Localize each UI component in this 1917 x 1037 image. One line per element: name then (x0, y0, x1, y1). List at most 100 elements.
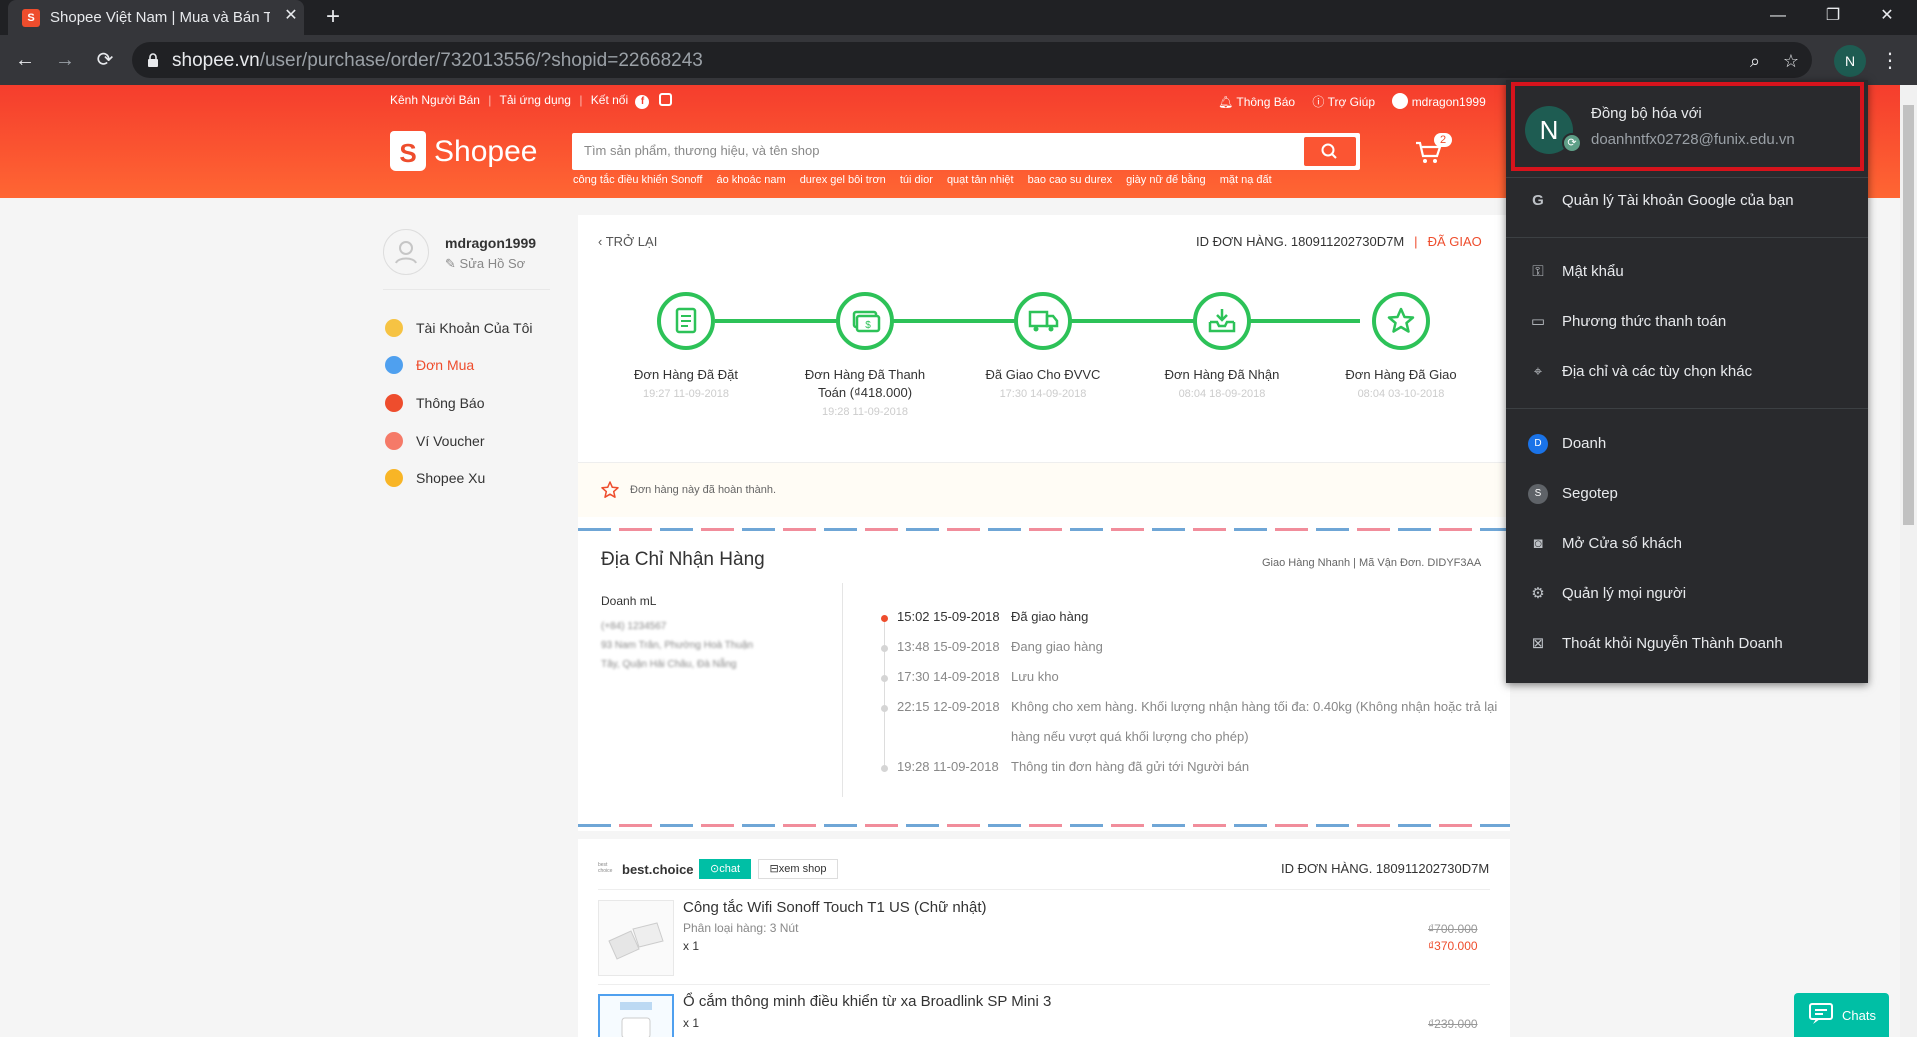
keyword-link[interactable]: công tắc điều khiển Sonoff (573, 174, 702, 186)
guest-window-item[interactable]: ◙ Mở Cửa sổ khách (1506, 526, 1868, 562)
minimize-icon[interactable]: — (1755, 0, 1801, 32)
sidebar-item-my-account[interactable]: Tài Khoản Của Tôi (383, 317, 583, 339)
url-text: shopee.vn/user/purchase/order/732013556/… (172, 50, 703, 71)
menu-item-label: Thoát khỏi Nguyễn Thành Doanh (1562, 635, 1783, 652)
person-icon (395, 241, 417, 264)
username-link[interactable]: mdragon1999 (1412, 95, 1486, 109)
timeline-line (884, 618, 885, 768)
product-name[interactable]: Ổ cắm thông minh điều khiển từ xa Broadl… (683, 993, 1051, 1010)
back-arrow-icon[interactable]: ← (8, 43, 42, 77)
step-time: 17:30 14-09-2018 (999, 388, 1087, 400)
chrome-menu-icon[interactable]: ⋮ (1880, 47, 1900, 75)
profile-avatar-button[interactable]: N (1834, 45, 1866, 77)
tracking-text: Đang giao hàng (1011, 639, 1103, 654)
instagram-icon[interactable] (658, 93, 672, 106)
notifications-link[interactable]: Thông Báo (1236, 95, 1295, 109)
lock-icon (148, 53, 158, 67)
timeline-dot (881, 765, 888, 772)
recipient-city: Tây, Quận Hải Châu, Đà Nẵng (601, 659, 737, 670)
back-button[interactable]: ‹ TRỞ LẠI (598, 234, 657, 249)
keyword-link[interactable]: bao cao su durex (1028, 174, 1112, 186)
shop-name[interactable]: best.choice (622, 862, 694, 877)
help-link[interactable]: Trợ Giúp (1328, 95, 1375, 109)
step-time: 08:04 18-09-2018 (1178, 388, 1266, 400)
product-variant: Phân loại hàng: 3 Nút (683, 921, 799, 935)
keyword-link[interactable]: túi dior (900, 174, 933, 186)
manage-google-account-item[interactable]: G Quản lý Tài khoản Google của bạn (1506, 183, 1868, 219)
new-tab-icon[interactable]: + (320, 5, 346, 31)
keyword-link[interactable]: mặt nạ đất (1220, 174, 1272, 186)
shopee-logo[interactable]: S Shopee (390, 131, 560, 175)
product-image[interactable] (598, 994, 674, 1037)
search-input[interactable]: Tìm sản phẩm, thương hiệu, và tên shop (584, 143, 819, 158)
keyword-link[interactable]: quạt tản nhiệt (947, 174, 1014, 186)
purchase-icon (385, 356, 403, 374)
location-pin-icon: ⌖ (1533, 363, 1543, 380)
timeline-dot (881, 645, 888, 652)
section-gap (578, 831, 1510, 839)
search-button[interactable] (1304, 137, 1356, 166)
order-complete-text: Đơn hàng này đã hoàn thành. (630, 484, 777, 496)
shop-divider (598, 889, 1490, 890)
restore-icon[interactable]: ❐ (1810, 0, 1856, 32)
step-label: Đã Giao Cho ĐVVC (985, 367, 1101, 382)
sidebar-item-purchases[interactable]: Đơn Mua (383, 354, 583, 376)
step-label: Đơn Hàng Đã Giao (1345, 367, 1457, 382)
chats-button[interactable]: Chats (1794, 993, 1889, 1037)
user-avatar[interactable] (383, 229, 429, 275)
key-icon: ⚿ (1532, 263, 1544, 280)
payment-methods-item[interactable]: ▭ Phương thức thanh toán (1506, 304, 1868, 340)
step-delivered (1372, 292, 1430, 350)
star-outline-icon (601, 481, 619, 498)
facebook-icon[interactable]: f (635, 95, 650, 109)
tracking-time: 15:02 15-09-2018 (897, 609, 1000, 624)
user-avatar-icon (1392, 93, 1409, 109)
chat-button[interactable]: ⊙chat (699, 859, 751, 879)
sidebar-item-label: Tài Khoản Của Tôi (416, 320, 533, 336)
recipient-street: 93 Nam Trân, Phường Hoà Thuận (601, 640, 754, 651)
guest-icon: ◙ (1533, 535, 1543, 552)
sidebar-item-vouchers[interactable]: Ví Voucher (383, 430, 583, 452)
chats-label: Chats (1842, 1008, 1876, 1023)
sync-icon: ⟳ (1562, 133, 1582, 153)
gear-icon: ⚙ (1531, 585, 1545, 602)
order-complete-banner: Đơn hàng này đã hoàn thành. (578, 462, 1510, 517)
forward-arrow-icon[interactable]: → (48, 43, 82, 77)
timeline-dot (881, 705, 888, 712)
product-image[interactable] (598, 900, 674, 976)
person-doanh-item[interactable]: D Doanh (1506, 426, 1868, 462)
addresses-item[interactable]: ⌖ Địa chỉ và các tùy chọn khác (1506, 354, 1868, 390)
reload-icon[interactable]: ⟳ (88, 43, 122, 77)
passwords-item[interactable]: ⚿ Mật khẩu (1506, 254, 1868, 290)
tracking-text: Không cho xem hàng. Khối lượng nhận hàng… (1011, 699, 1498, 744)
download-app-link[interactable]: Tải ứng dụng (500, 93, 571, 107)
address-bar[interactable]: shopee.vn/user/purchase/order/732013556/… (132, 42, 1812, 78)
keyword-link[interactable]: giày nữ đế bằng (1126, 174, 1206, 186)
back-label: TRỞ LẠI (605, 234, 658, 249)
browser-tab[interactable]: S Shopee Việt Nam | Mua và Bán Tr ✕ (8, 0, 304, 35)
bookmark-star-icon[interactable]: ☆ (1780, 50, 1802, 72)
scrollbar-thumb[interactable] (1903, 105, 1914, 525)
tracking-time: 13:48 15-09-2018 (897, 639, 1000, 654)
product-name[interactable]: Công tắc Wifi Sonoff Touch T1 US (Chữ nh… (683, 899, 987, 916)
view-shop-label: xem shop (778, 863, 827, 875)
manage-people-item[interactable]: ⚙ Quản lý mọi người (1506, 576, 1868, 612)
view-shop-button[interactable]: ⊟xem shop (758, 859, 838, 879)
tab-close-icon[interactable]: ✕ (282, 7, 300, 25)
step-time: 19:28 11-09-2018 (821, 406, 909, 418)
sidebar-item-shopee-coins[interactable]: Shopee Xu (383, 467, 583, 489)
keyword-link[interactable]: durex gel bôi trơn (800, 174, 886, 186)
seller-channel-link[interactable]: Kênh Người Bán (390, 93, 480, 107)
menu-divider (1506, 177, 1868, 178)
sign-out-item[interactable]: ⊠ Thoát khỏi Nguyễn Thành Doanh (1506, 626, 1868, 662)
keyword-link[interactable]: áo khoác nam (717, 174, 786, 186)
search-icon (1321, 143, 1337, 159)
sidebar-item-notifications[interactable]: Thông Báo (383, 392, 583, 414)
zoom-icon[interactable]: ⌕ (1744, 50, 1766, 72)
sidebar-username: mdragon1999 (445, 235, 537, 251)
edit-profile-link[interactable]: ✎ Sửa Hồ Sơ (445, 256, 525, 272)
step-order-placed (657, 292, 715, 350)
person-segotep-item[interactable]: S Segotep (1506, 476, 1868, 512)
voucher-icon (385, 432, 403, 450)
window-close-icon[interactable]: ✕ (1864, 0, 1910, 32)
